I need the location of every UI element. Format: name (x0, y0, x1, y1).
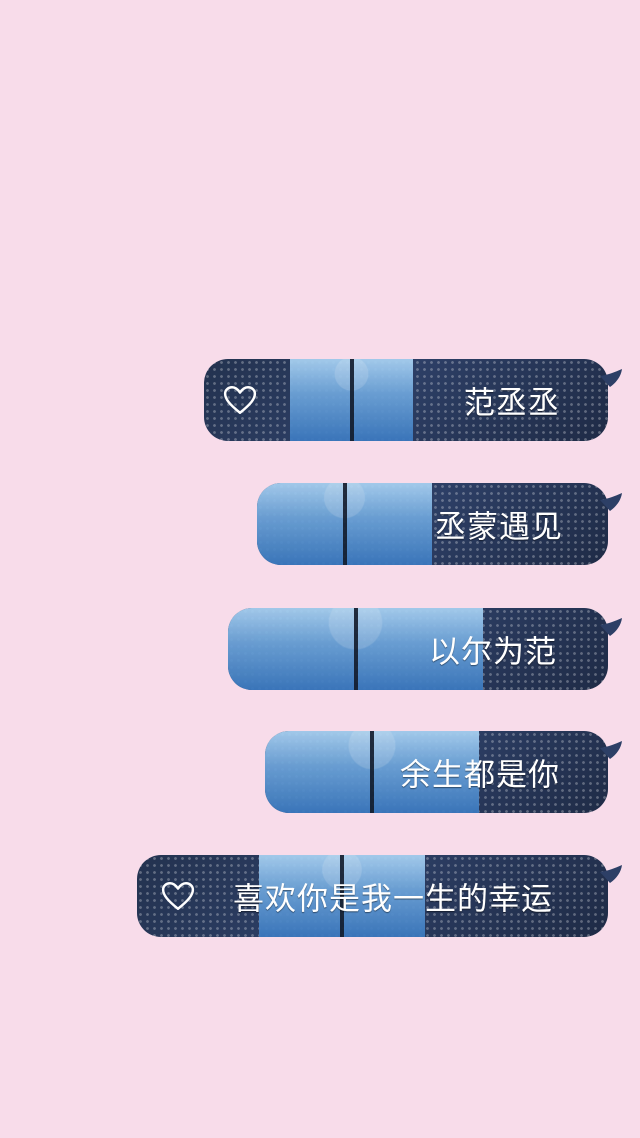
bubble-tail (600, 741, 622, 759)
message-bubble-2: 丞蒙遇见 (257, 483, 608, 565)
message-bubble-4: 余生都是你 (265, 731, 608, 813)
message-bubble-5: 喜欢你是我一生的幸运 (137, 855, 608, 937)
message-text: 余生都是你 (400, 757, 560, 794)
bubble-tail (600, 369, 622, 387)
heart-icon (161, 882, 195, 910)
photo-strip (290, 359, 413, 441)
message-text: 丞蒙遇见 (435, 509, 563, 546)
message-text: 范丞丞 (464, 385, 560, 422)
bubble-tail (600, 618, 622, 636)
message-text: 喜欢你是我一生的幸运 (233, 881, 553, 918)
message-bubble-1: 范丞丞 (204, 359, 608, 441)
message-text: 以尔为范 (429, 634, 557, 671)
heart-icon (223, 386, 257, 414)
bubble-tail (600, 865, 622, 883)
bubble-tail (600, 493, 622, 511)
photo-strip (257, 483, 432, 565)
message-bubble-3: 以尔为范 (228, 608, 608, 690)
